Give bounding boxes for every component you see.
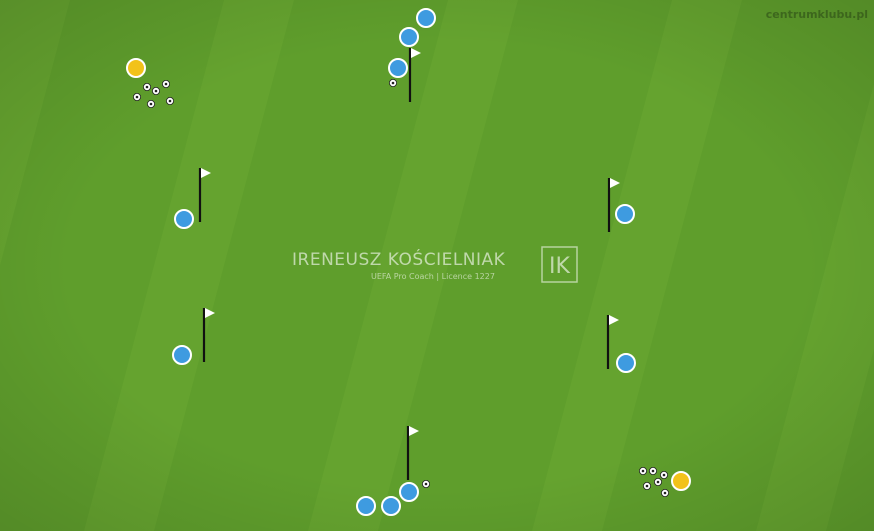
training-pitch: centrumklubu.pl IRENEUSZ KOŚCIELNIAK UEF… bbox=[0, 0, 874, 531]
soccer-ball-icon bbox=[421, 479, 430, 488]
player-marker-icon bbox=[174, 209, 194, 229]
player-marker-icon bbox=[616, 353, 636, 373]
soccer-ball-icon bbox=[142, 83, 151, 92]
player-marker-icon bbox=[172, 345, 192, 365]
player-marker-icon bbox=[615, 204, 635, 224]
player-marker-icon bbox=[671, 471, 691, 491]
player-marker-icon bbox=[399, 482, 419, 502]
soccer-ball-icon bbox=[660, 470, 669, 479]
soccer-ball-icon bbox=[661, 488, 670, 497]
soccer-ball-icon bbox=[388, 79, 397, 88]
coach-logo-letters: IK bbox=[549, 254, 570, 279]
player-marker-icon bbox=[388, 58, 408, 78]
player-marker-icon bbox=[399, 27, 419, 47]
soccer-ball-icon bbox=[654, 477, 663, 486]
player-marker-icon bbox=[381, 496, 401, 516]
soccer-ball-icon bbox=[151, 87, 160, 96]
soccer-ball-icon bbox=[132, 93, 141, 102]
player-marker-icon bbox=[126, 58, 146, 78]
soccer-ball-icon bbox=[649, 466, 658, 475]
soccer-ball-icon bbox=[165, 97, 174, 106]
coach-licence-watermark: UEFA Pro Coach | Licence 1227 bbox=[371, 272, 495, 281]
site-watermark: centrumklubu.pl bbox=[765, 8, 868, 21]
soccer-ball-icon bbox=[146, 100, 155, 109]
player-marker-icon bbox=[356, 496, 376, 516]
player-marker-icon bbox=[416, 8, 436, 28]
coach-name-watermark: IRENEUSZ KOŚCIELNIAK bbox=[292, 250, 506, 270]
soccer-ball-icon bbox=[161, 80, 170, 89]
soccer-ball-icon bbox=[643, 481, 652, 490]
coach-logo-mark: IK bbox=[541, 246, 578, 283]
soccer-ball-icon bbox=[639, 466, 648, 475]
coach-logo: IK bbox=[541, 246, 578, 283]
